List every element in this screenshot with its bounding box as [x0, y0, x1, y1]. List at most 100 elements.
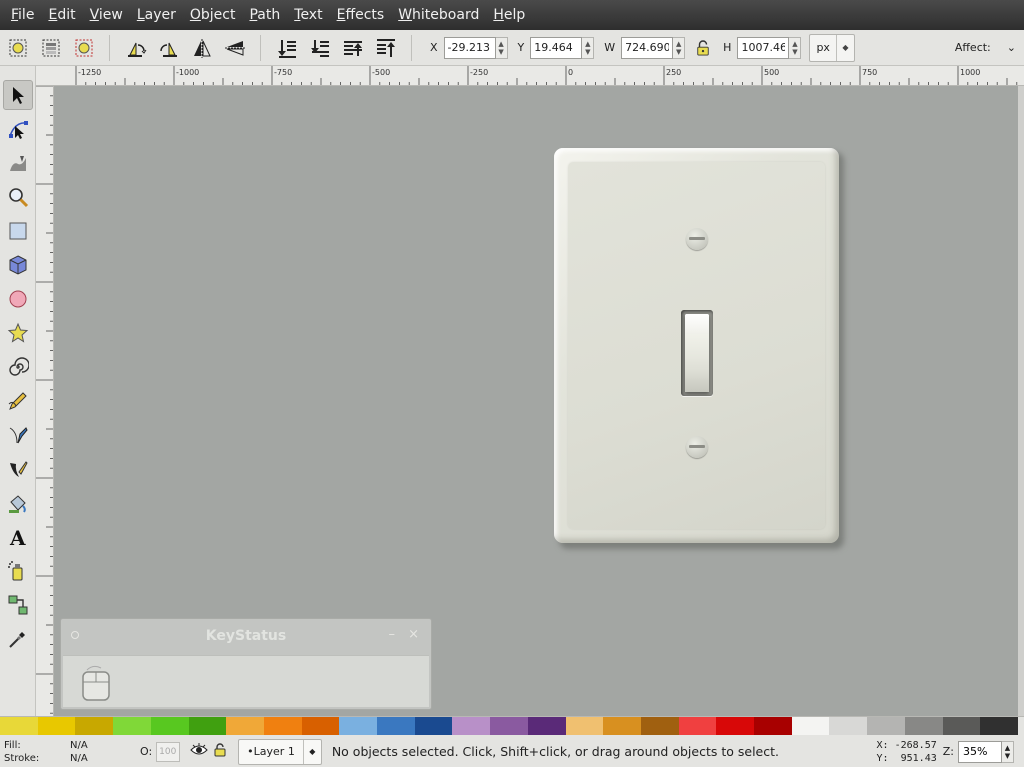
visibility-eye-icon[interactable]: [190, 743, 208, 760]
color-swatch[interactable]: [904, 717, 943, 735]
color-swatch[interactable]: [678, 717, 717, 735]
select-all-icon[interactable]: [3, 33, 33, 63]
chevron-down-icon: ⌄: [1006, 41, 1016, 54]
color-swatch[interactable]: [867, 717, 905, 735]
lock-icon[interactable]: [693, 36, 713, 60]
light-switch-plate[interactable]: [554, 148, 839, 543]
w-input[interactable]: [621, 36, 674, 59]
layer-select[interactable]: •Layer 1 ◆: [238, 738, 322, 765]
spray-tool[interactable]: [3, 556, 33, 586]
flip-vertical-icon[interactable]: [220, 33, 250, 63]
zoom-spin-buttons[interactable]: ▲ ▼: [1002, 740, 1014, 763]
rectangle-tool[interactable]: [3, 216, 33, 246]
color-swatch[interactable]: [754, 717, 792, 735]
menu-whiteboard[interactable]: Whiteboard: [391, 0, 486, 30]
h-input[interactable]: [737, 36, 790, 59]
color-swatch[interactable]: [301, 717, 340, 735]
color-swatch[interactable]: [791, 717, 830, 735]
menu-view[interactable]: View: [83, 0, 130, 30]
connector-tool[interactable]: [3, 590, 33, 620]
lower-to-bottom-icon[interactable]: [272, 33, 302, 63]
color-swatch[interactable]: [377, 717, 415, 735]
menu-layer[interactable]: Layer: [130, 0, 183, 30]
x-input[interactable]: [443, 36, 496, 59]
w-spin-buttons[interactable]: ▲ ▼: [673, 36, 686, 59]
flip-horizontal-icon[interactable]: [187, 33, 217, 63]
color-swatch[interactable]: [716, 717, 755, 735]
ruler-label: 750: [862, 68, 878, 77]
ruler-label: 1000: [960, 68, 981, 77]
bottom-screw: [686, 436, 708, 458]
zoom-control: Z: ▲▼: [943, 740, 1014, 763]
menu-object[interactable]: Object: [183, 0, 243, 30]
color-swatch[interactable]: [113, 717, 151, 735]
color-swatch[interactable]: [226, 717, 264, 735]
menu-effects[interactable]: Effects: [330, 0, 392, 30]
color-swatch[interactable]: [829, 717, 868, 735]
pen-tool[interactable]: [3, 420, 33, 450]
color-swatch[interactable]: [188, 717, 227, 735]
deselect-icon[interactable]: [69, 33, 99, 63]
current-layer: •Layer 1: [247, 745, 295, 758]
color-swatch[interactable]: [527, 717, 566, 735]
fill-stroke-values[interactable]: N/A N/A: [70, 739, 140, 765]
menu-text[interactable]: Text: [287, 0, 329, 30]
raise-to-top-icon[interactable]: [371, 33, 401, 63]
color-swatch[interactable]: [490, 717, 528, 735]
menu-path[interactable]: Path: [242, 0, 287, 30]
unit-value: px: [816, 41, 830, 54]
paint-bucket-tool[interactable]: [3, 488, 33, 518]
pencil-tool[interactable]: [3, 386, 33, 416]
affect-control[interactable]: Affect: ⌄: [955, 41, 1016, 54]
menu-edit[interactable]: Edit: [41, 0, 82, 30]
horizontal-ruler: -1250 -1000 -750 -500 -250 0 250 500 750…: [36, 66, 1024, 86]
dropper-tool[interactable]: [3, 624, 33, 654]
layer-lock-icon[interactable]: [214, 743, 226, 760]
color-swatch[interactable]: [0, 717, 38, 735]
selector-tool[interactable]: [3, 80, 33, 110]
minimize-button[interactable]: –: [389, 627, 396, 642]
tweak-tool[interactable]: [3, 148, 33, 178]
text-tool[interactable]: A: [3, 522, 33, 552]
color-swatch[interactable]: [75, 717, 114, 735]
raise-icon[interactable]: [338, 33, 368, 63]
opacity-input[interactable]: [156, 741, 181, 762]
keystatus-titlebar[interactable]: KeyStatus – ×: [61, 619, 431, 653]
rotate-cw-icon[interactable]: [154, 33, 184, 63]
color-swatch[interactable]: [640, 717, 679, 735]
x-spin-buttons[interactable]: ▲ ▼: [495, 36, 508, 59]
lower-icon[interactable]: [305, 33, 335, 63]
star-tool[interactable]: [3, 318, 33, 348]
close-button[interactable]: ×: [408, 627, 419, 642]
menu-help[interactable]: Help: [486, 0, 532, 30]
y-spin-buttons[interactable]: ▲ ▼: [582, 36, 595, 59]
color-swatch[interactable]: [452, 717, 491, 735]
unit-select[interactable]: px ◆: [809, 33, 855, 62]
ruler-ticks: [36, 86, 53, 714]
vertical-scrollbar[interactable]: [1018, 86, 1024, 716]
color-swatch[interactable]: [263, 717, 302, 735]
calligraphy-tool[interactable]: [3, 454, 33, 484]
menu-bar: File Edit View Layer Object Path Text Ef…: [0, 0, 1024, 30]
3d-box-tool[interactable]: [3, 250, 33, 280]
y-input[interactable]: [530, 36, 583, 59]
h-spin-buttons[interactable]: ▲ ▼: [789, 36, 802, 59]
color-swatch[interactable]: [339, 717, 378, 735]
color-swatch[interactable]: [603, 717, 641, 735]
menu-file[interactable]: File: [4, 0, 41, 30]
color-swatch[interactable]: [980, 717, 1018, 735]
spiral-tool[interactable]: [3, 352, 33, 382]
color-swatch[interactable]: [150, 717, 189, 735]
switch-lever: [685, 314, 709, 392]
color-swatch[interactable]: [942, 717, 981, 735]
rotate-ccw-icon[interactable]: [121, 33, 151, 63]
w-label: W: [604, 41, 616, 54]
zoom-input[interactable]: [958, 740, 1002, 763]
select-all-layers-icon[interactable]: [36, 33, 66, 63]
color-swatch[interactable]: [565, 717, 604, 735]
color-swatch[interactable]: [414, 717, 453, 735]
node-tool[interactable]: [3, 114, 33, 144]
ellipse-tool[interactable]: [3, 284, 33, 314]
color-swatch[interactable]: [37, 717, 76, 735]
zoom-tool[interactable]: [3, 182, 33, 212]
